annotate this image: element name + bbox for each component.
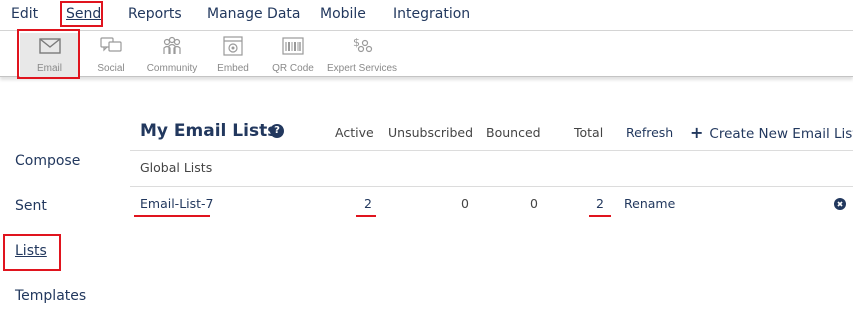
column-header-active: Active [335,125,374,140]
help-icon[interactable]: ? [270,124,284,138]
toolbar-email-label: Email [36,63,62,74]
side-nav-templates[interactable]: Templates [15,288,86,304]
column-header-bounced: Bounced [486,125,541,140]
bounced-count: 0 [530,196,538,211]
top-menu: Edit Send Reports Manage Data Mobile Int… [0,0,853,30]
delete-list-button[interactable] [834,198,846,210]
close-icon [837,201,843,207]
group-divider [130,186,853,187]
header-divider [130,150,853,151]
menu-manage-data[interactable]: Manage Data [207,6,301,22]
social-icon [100,37,122,52]
side-nav-lists[interactable]: Lists [15,243,47,259]
toolbar-community-label: Community [146,63,198,74]
toolbar-expert-services-label: Expert Services [326,63,398,74]
create-new-email-list-button[interactable]: + Create New Email List [690,123,853,142]
menu-integration[interactable]: Integration [393,6,470,22]
toolbar-embed-label: Embed [217,63,249,74]
qr-code-icon [282,37,304,55]
side-nav-sent[interactable]: Sent [15,198,47,214]
toolbar-community[interactable]: Community [143,33,201,74]
send-toolbar: Email Social Community Embed QR Code $ E… [0,30,853,77]
menu-mobile[interactable]: Mobile [320,6,366,22]
toolbar-qr-code-label: QR Code [272,63,314,74]
rename-link[interactable]: Rename [624,196,675,211]
list-name-link[interactable]: Email-List-7 [140,196,214,211]
highlight-total-count [589,215,611,217]
toolbar-social-label: Social [97,63,125,74]
plus-icon: + [690,123,704,142]
refresh-link[interactable]: Refresh [626,125,673,140]
total-count-link[interactable]: 2 [596,196,604,211]
envelope-icon [38,38,61,54]
community-icon [163,36,181,54]
active-count-link[interactable]: 2 [364,196,372,211]
toolbar-embed[interactable]: Embed [214,33,252,74]
embed-icon [223,36,243,56]
group-label: Global Lists [140,160,213,175]
create-new-email-list-label: Create New Email List [709,126,853,142]
highlight-list-name [134,215,210,217]
menu-reports[interactable]: Reports [128,6,182,22]
toolbar-qr-code[interactable]: QR Code [270,33,316,74]
toolbar-social[interactable]: Social [93,33,129,74]
toolbar-email[interactable]: Email [20,33,79,77]
column-header-total: Total [574,125,604,140]
side-nav-compose[interactable]: Compose [15,153,80,169]
highlight-active-count [356,215,376,217]
column-header-unsubscribed: Unsubscribed [388,125,473,140]
toolbar-expert-services[interactable]: $ Expert Services [326,33,398,74]
page-title: My Email Lists [140,121,278,141]
menu-send[interactable]: Send [66,6,101,22]
expert-services-icon: $ [353,36,373,53]
unsubscribed-count: 0 [461,196,469,211]
menu-edit[interactable]: Edit [11,6,38,22]
